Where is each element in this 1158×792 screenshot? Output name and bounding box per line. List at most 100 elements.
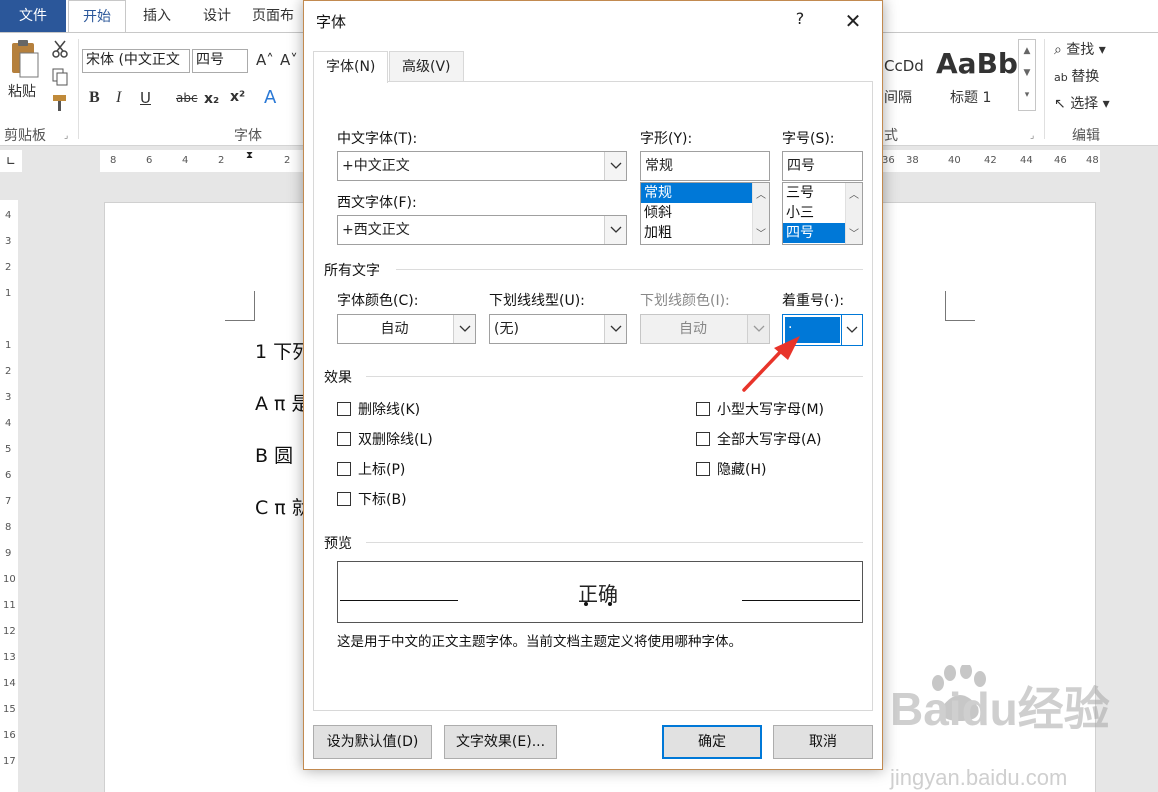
help-button[interactable]: ? — [790, 9, 810, 28]
chevron-down-icon[interactable] — [453, 315, 475, 343]
list-item[interactable]: 加粗 — [641, 223, 769, 243]
font-name-box[interactable]: 宋体 (中文正文 — [82, 49, 190, 73]
all-caps-checkbox[interactable]: 全部大写字母(A) — [696, 429, 822, 448]
close-button[interactable]: ✕ — [841, 9, 865, 33]
underline-icon[interactable]: U — [140, 89, 151, 107]
underline-style-select[interactable]: (无) — [489, 314, 627, 344]
tab-font[interactable]: 字体(N) — [313, 51, 389, 83]
style-input[interactable]: 常规 — [640, 151, 770, 181]
ruler-number: 3 — [5, 236, 12, 247]
ruler-number: 1 — [5, 288, 12, 299]
text-effects-icon[interactable]: A — [264, 87, 276, 108]
effects-section-title: 效果 — [324, 370, 352, 386]
dialog-launcher-icon[interactable]: ⌟ — [1030, 131, 1034, 141]
font-color-select[interactable]: 自动 — [337, 314, 476, 344]
cn-font-label: 中文字体(T): — [337, 131, 418, 147]
style-list[interactable]: 常规 倾斜 加粗 ︿ ﹀ — [640, 182, 770, 245]
ruler-number: 8 — [5, 522, 12, 533]
ruler-number: 12 — [3, 626, 16, 637]
chevron-down-icon[interactable] — [604, 315, 626, 343]
font-size-box[interactable]: 四号 — [192, 49, 248, 73]
list-item[interactable]: 四号 — [783, 223, 845, 243]
doc-line[interactable]: B 圆 — [255, 441, 293, 468]
double-strikethrough-checkbox[interactable]: 双删除线(L) — [337, 429, 433, 448]
tab-file[interactable]: 文件 — [0, 0, 66, 32]
ruler-number: 2 — [5, 366, 12, 377]
italic-icon[interactable]: I — [116, 89, 121, 107]
tab-stop-selector[interactable]: ∟ — [0, 150, 22, 172]
chevron-down-icon[interactable] — [604, 216, 626, 244]
chevron-down-icon[interactable] — [604, 152, 626, 180]
cancel-button[interactable]: 取消 — [773, 725, 873, 759]
bold-icon[interactable]: B — [89, 89, 100, 107]
replace-label: 替换 — [1071, 69, 1100, 85]
checkbox-box[interactable] — [696, 462, 710, 476]
subscript-checkbox[interactable]: 下标(B) — [337, 489, 407, 508]
list-item[interactable]: 常规 — [641, 183, 752, 203]
margin-corner — [945, 291, 975, 321]
chevron-down-icon[interactable]: ﹀ — [756, 225, 766, 240]
format-painter-icon[interactable] — [50, 93, 70, 113]
dialog-launcher-icon[interactable]: ⌟ — [64, 131, 68, 141]
paste-button-label[interactable]: 粘贴 — [8, 81, 36, 101]
font-color-label: 字体颜色(C): — [337, 293, 419, 309]
checkbox-box[interactable] — [337, 402, 351, 416]
checkbox-box[interactable] — [696, 402, 710, 416]
ok-button[interactable]: 确定 — [662, 725, 762, 759]
tab-layout[interactable]: 页面布 — [252, 0, 304, 32]
size-list[interactable]: 三号 小三 四号 ︿ ﹀ — [782, 182, 863, 245]
divider — [396, 269, 863, 270]
small-caps-checkbox[interactable]: 小型大写字母(M) — [696, 399, 824, 418]
chevron-down-icon[interactable]: ﹀ — [849, 225, 859, 240]
ruler-number: 15 — [3, 704, 16, 715]
tab-design[interactable]: 设计 — [188, 0, 246, 32]
size-input[interactable]: 四号 — [782, 151, 863, 181]
replace-button[interactable]: ab 替换 — [1054, 66, 1099, 86]
strikethrough-checkbox[interactable]: 删除线(K) — [337, 399, 420, 418]
style-label-nospacing[interactable]: 间隔 — [884, 87, 912, 107]
checkbox-box[interactable] — [696, 432, 710, 446]
chevron-up-icon[interactable]: ︿ — [756, 186, 766, 201]
find-button[interactable]: ⌕ 查找 ▾ — [1054, 39, 1106, 59]
more-icon[interactable]: ▾ — [1019, 84, 1035, 106]
shrink-font-icon[interactable]: A˅ — [280, 51, 298, 69]
tab-home[interactable]: 开始 — [68, 0, 126, 33]
indent-marker-icon[interactable]: ⧗ — [246, 150, 253, 161]
cn-font-value: +中文正文 — [342, 158, 410, 174]
chevron-down-icon[interactable]: ▼ — [1019, 62, 1035, 84]
grow-font-icon[interactable]: A˄ — [256, 51, 274, 69]
ruler-number: 5 — [5, 444, 12, 455]
chevron-up-icon[interactable]: ▲ — [1019, 40, 1035, 62]
style-sample-heading1[interactable]: AaBb — [936, 47, 1018, 80]
copy-icon[interactable] — [50, 67, 70, 87]
list-item[interactable]: 倾斜 — [641, 203, 769, 223]
paste-icon[interactable] — [6, 39, 42, 81]
tab-insert[interactable]: 插入 — [128, 0, 186, 32]
superscript-icon[interactable]: x² — [230, 89, 245, 105]
scrollbar[interactable]: ︿ ﹀ — [845, 183, 862, 244]
ruler-number: 9 — [5, 548, 12, 559]
styles-scroll[interactable]: ▲ ▼ ▾ — [1018, 39, 1036, 111]
west-font-select[interactable]: +西文正文 — [337, 215, 627, 245]
checkbox-box[interactable] — [337, 432, 351, 446]
style-sample-nospacing[interactable]: CcDd — [884, 57, 924, 75]
scrollbar[interactable]: ︿ ﹀ — [752, 183, 769, 244]
checkbox-box[interactable] — [337, 462, 351, 476]
preview-baseline — [340, 600, 458, 601]
checkbox-box[interactable] — [337, 492, 351, 506]
superscript-checkbox[interactable]: 上标(P) — [337, 459, 405, 478]
cn-font-select[interactable]: +中文正文 — [337, 151, 627, 181]
set-default-button[interactable]: 设为默认值(D) — [313, 725, 432, 759]
select-button[interactable]: ↖ 选择 ▾ — [1054, 93, 1110, 113]
vertical-ruler[interactable]: 4 3 2 1 1 2 3 4 5 6 7 8 9 10 11 12 13 14… — [0, 200, 18, 792]
text-effects-button[interactable]: 文字效果(E)... — [444, 725, 557, 759]
style-label-heading1[interactable]: 标题 1 — [950, 87, 991, 107]
chevron-down-icon[interactable] — [841, 315, 862, 345]
emphasis-mark-label: 着重号(·): — [782, 293, 845, 309]
tab-advanced[interactable]: 高级(V) — [389, 51, 464, 82]
chevron-up-icon[interactable]: ︿ — [849, 186, 859, 201]
hidden-checkbox[interactable]: 隐藏(H) — [696, 459, 766, 478]
strikethrough-icon[interactable]: abc — [176, 91, 198, 105]
cut-icon[interactable] — [50, 39, 70, 59]
subscript-icon[interactable]: x₂ — [204, 91, 219, 107]
